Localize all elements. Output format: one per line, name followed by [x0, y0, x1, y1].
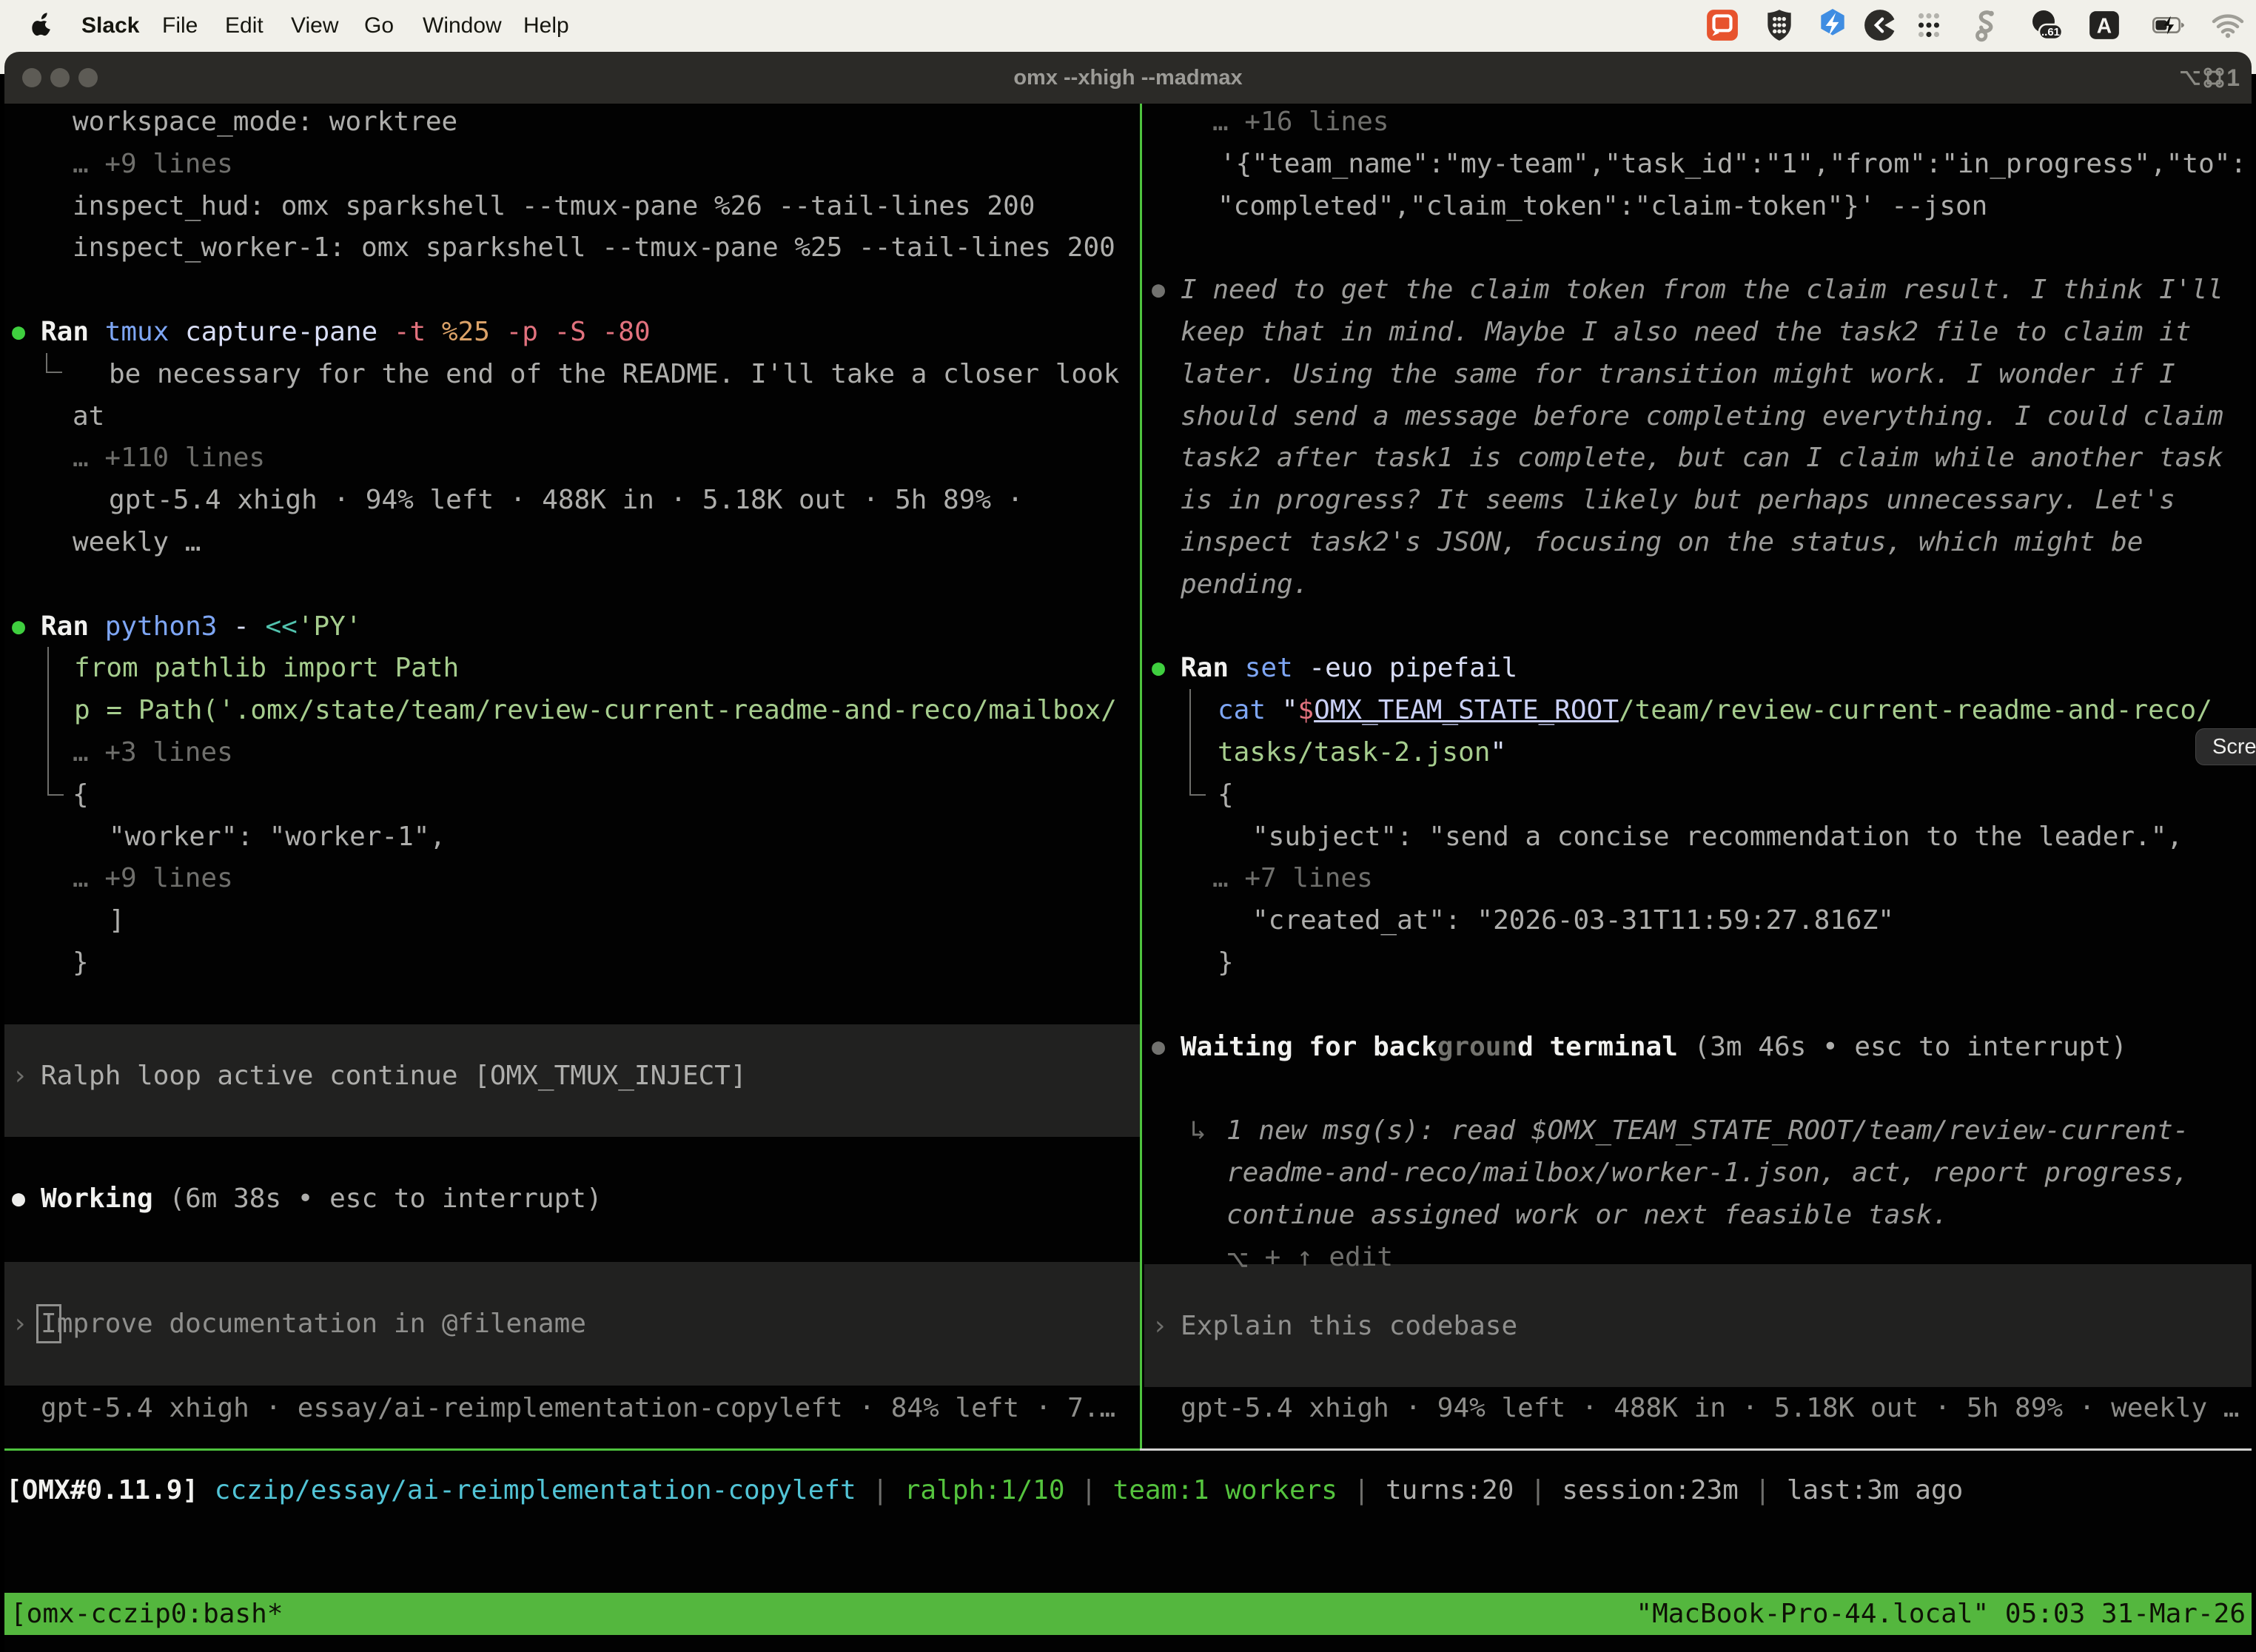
menu-app-name[interactable]: Slack	[81, 0, 139, 52]
bolt-app-icon[interactable]	[1816, 8, 1850, 42]
back-circle-icon[interactable]	[1863, 8, 1897, 42]
working-status-line: ●Working (6m 38s • esc to interrupt)	[0, 1178, 2256, 1220]
terminal-line: later. Using the same for transition mig…	[0, 353, 2256, 395]
tab-number: 1	[2226, 64, 2240, 92]
terminal-line: pending.	[0, 563, 2256, 605]
tree-connector-icon	[47, 647, 64, 796]
terminal-line: keep that in mind. Maybe I also need the…	[0, 311, 2256, 353]
option-key-icon	[1226, 1242, 1249, 1272]
menu-item-edit[interactable]: Edit	[225, 0, 263, 52]
window-title: omx --xhigh --madmax	[4, 52, 2252, 104]
chat-app-icon[interactable]	[1705, 8, 1739, 42]
terminal-line: "created_at": "2026-03-31T11:59:27.816Z"	[0, 899, 2256, 941]
terminal-line: inspect_worker-1: omx sparkshell --tmux-…	[0, 226, 2256, 269]
bullet-icon: ●	[1152, 269, 1165, 311]
screen-sharing-overlay: Scre	[2195, 728, 2256, 765]
line-prefix-icon: ›	[12, 1055, 28, 1097]
shield-grid-icon[interactable]	[1762, 8, 1796, 42]
terminal-line: ●Ran set -euo pipefail	[0, 647, 2256, 689]
terminal-line: … +16 lines	[0, 101, 2256, 143]
menu-item-view[interactable]: View	[291, 0, 338, 52]
terminal-line: … +7 lines	[0, 857, 2256, 899]
terminal-line: '{"team_name":"my-team","task_id":"1","f…	[0, 143, 2256, 185]
macos-menu-bar: Slack File Edit View Go Window Help ..61 A	[0, 0, 2256, 52]
tab-shortcut-badge: 1	[2179, 52, 2240, 104]
svg-text:..61: ..61	[2041, 26, 2060, 38]
pane-border-bottom-right	[1140, 1448, 2252, 1451]
battery-icon[interactable]	[2152, 8, 2186, 42]
terminal-line: ↳1 new msg(s): read $OMX_TEAM_STATE_ROOT…	[0, 1109, 2256, 1152]
menu-item-window[interactable]: Window	[423, 0, 502, 52]
terminal-line: "subject": "send a concise recommendatio…	[0, 816, 2256, 858]
terminal-line: tasks/task-2.json"	[0, 731, 2256, 773]
menu-item-help[interactable]: Help	[523, 0, 569, 52]
pane-divider-vertical[interactable]	[1140, 104, 1142, 1448]
omx-hud-line: [OMX#0.11.9] cczip/essay/ai-reimplementa…	[0, 1469, 2256, 1511]
ralph-loop-line: ›Ralph loop active continue [OMX_TMUX_IN…	[0, 1055, 2256, 1097]
line-prefix-icon: ›	[1152, 1305, 1168, 1347]
tree-connector-icon	[46, 353, 62, 373]
dots-grid-icon[interactable]	[1912, 8, 1946, 42]
time-left-badge-icon[interactable]: ..61	[2030, 8, 2064, 42]
keyboard-a-icon[interactable]: A	[2087, 8, 2121, 42]
pane-border-bottom-left	[4, 1448, 1140, 1451]
terminal-line: + ↑ edit	[0, 1236, 2256, 1278]
prompt-placeholder-right: ›Explain this codebase	[0, 1305, 2256, 1347]
tmux-host-clock-label: "MacBook-Pro-44.local" 05:03 31-Mar-26	[1636, 1593, 2246, 1635]
terminal-line: is in progress? It seems likely but perh…	[0, 479, 2256, 521]
terminal-line: {	[0, 773, 2256, 816]
terminal-line: }	[0, 941, 2256, 984]
snake-icon[interactable]	[1970, 8, 2004, 42]
terminal-line: inspect task2's JSON, focusing on the st…	[0, 521, 2256, 563]
menu-item-go[interactable]: Go	[364, 0, 394, 52]
terminal-line: task2 after task1 is complete, but can I…	[0, 437, 2256, 479]
svg-text:A: A	[2097, 13, 2112, 37]
line-prefix-icon: ↳	[1190, 1109, 1206, 1152]
bullet-icon: ●	[12, 605, 25, 648]
tmux-status-bar: [omx-cczip0:bash* "MacBook-Pro-44.local"…	[4, 1593, 2252, 1635]
terminal-line: cat "$OMX_TEAM_STATE_ROOT/team/review-cu…	[0, 689, 2256, 731]
terminal-line: should send a message before completing …	[0, 395, 2256, 437]
bullet-icon: ●	[1152, 647, 1165, 689]
model-status-right: gpt-5.4 xhigh · 94% left · 488K in · 5.1…	[0, 1387, 2256, 1429]
terminal-line: ●I need to get the claim token from the …	[0, 269, 2256, 311]
apple-logo-icon[interactable]	[31, 12, 53, 40]
tmux-session-label: [omx-cczip0:bash*	[10, 1593, 283, 1635]
tree-connector-icon	[1189, 689, 1206, 796]
terminal-window-titlebar: omx --xhigh --madmax 1	[4, 52, 2252, 104]
terminal-line: "completed","claim_token":"claim-token"}…	[0, 185, 2256, 227]
terminal-line: ●Ran python3 - <<'PY'	[0, 605, 2256, 648]
menu-item-file[interactable]: File	[162, 0, 198, 52]
bullet-icon: ●	[12, 1178, 25, 1220]
wifi-icon[interactable]	[2211, 8, 2245, 42]
